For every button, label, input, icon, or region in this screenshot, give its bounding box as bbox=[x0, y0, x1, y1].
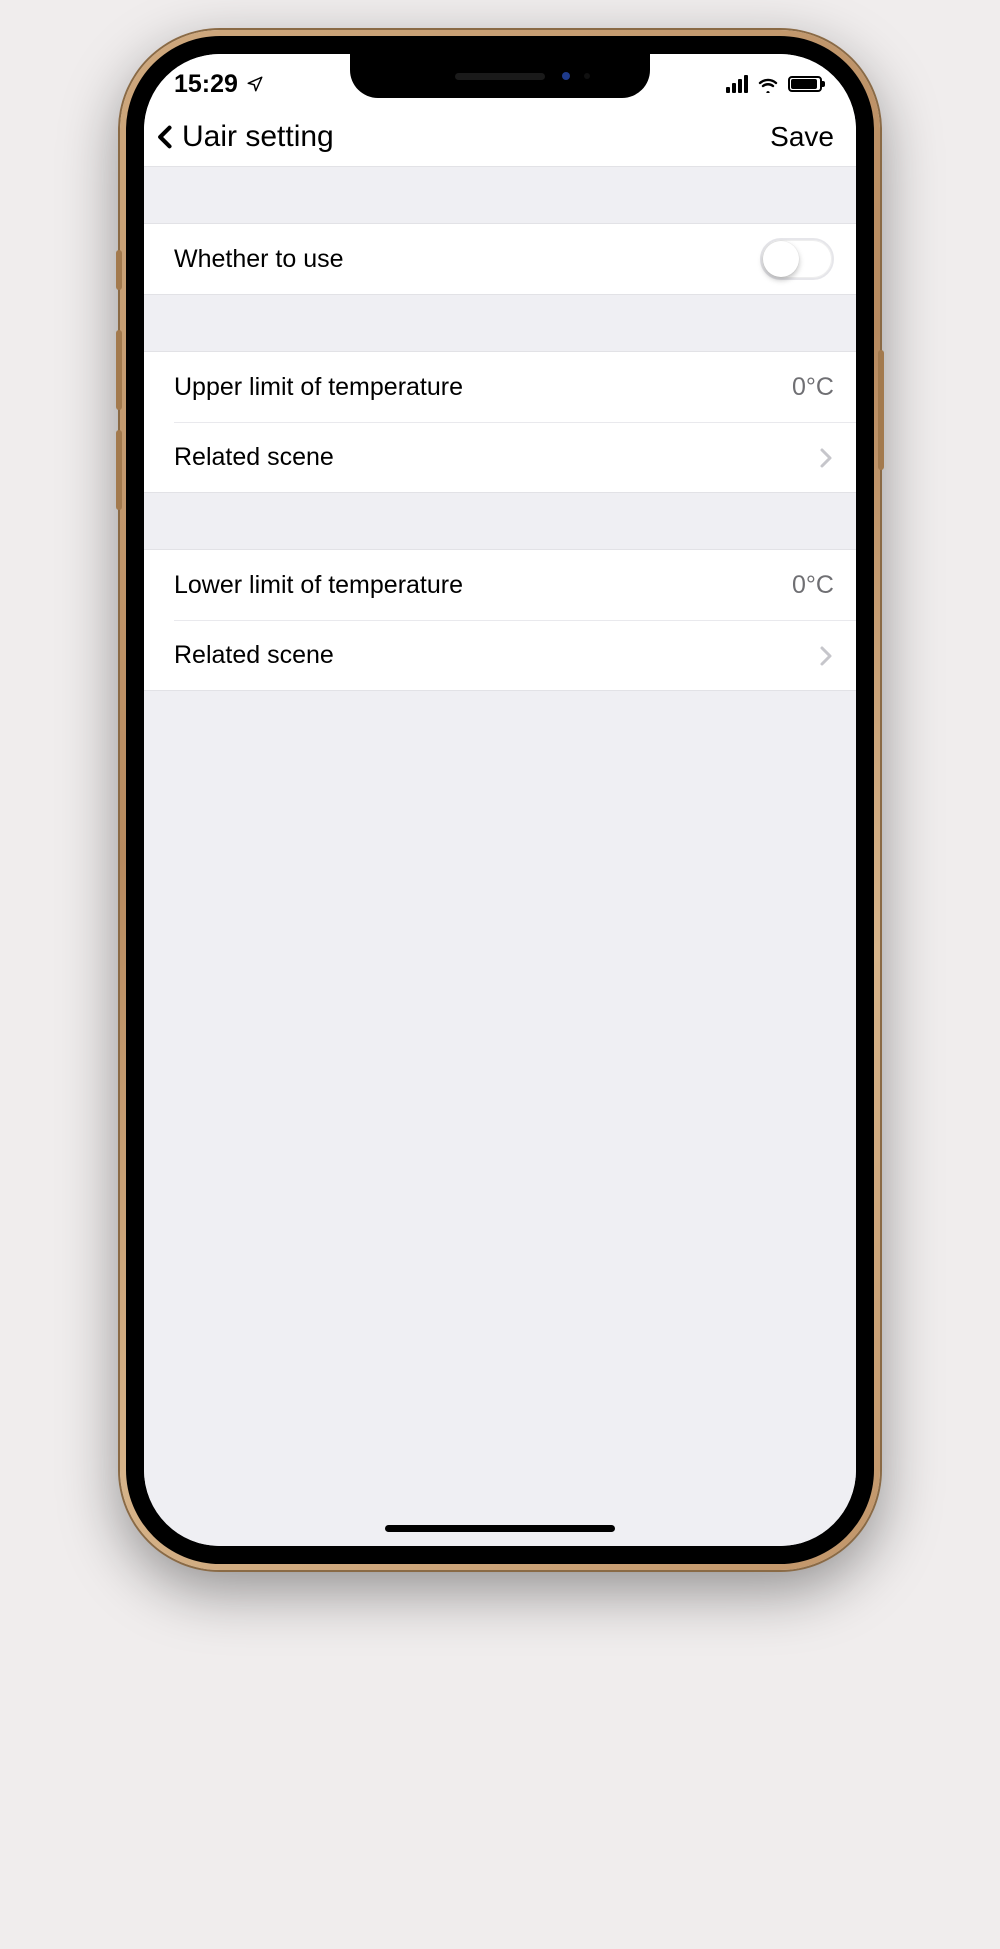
phone-frame: 15:29 bbox=[120, 30, 880, 1570]
group-upper: Upper limit of temperature 0°C Related s… bbox=[144, 351, 856, 493]
chevron-right-icon bbox=[818, 644, 834, 668]
row-upper-limit[interactable]: Upper limit of temperature 0°C bbox=[144, 352, 856, 422]
row-accessory bbox=[818, 644, 834, 668]
row-label: Whether to use bbox=[174, 245, 344, 274]
back-button[interactable]: Uair setting bbox=[152, 120, 334, 154]
nav-header: Uair setting Save bbox=[144, 114, 856, 167]
speaker-grill bbox=[455, 73, 545, 80]
toggle-knob bbox=[763, 241, 799, 277]
page-title: Uair setting bbox=[182, 120, 334, 154]
row-lower-limit[interactable]: Lower limit of temperature 0°C bbox=[144, 550, 856, 620]
cellular-icon bbox=[726, 75, 748, 93]
section-spacer bbox=[144, 493, 856, 549]
status-right bbox=[726, 75, 822, 93]
wifi-icon bbox=[756, 75, 780, 93]
screen: 15:29 bbox=[144, 54, 856, 1546]
row-upper-related-scene[interactable]: Related scene bbox=[174, 422, 856, 492]
camera-dot bbox=[562, 72, 570, 80]
section-spacer bbox=[144, 295, 856, 351]
group-whether: Whether to use bbox=[144, 223, 856, 295]
row-lower-related-scene[interactable]: Related scene bbox=[174, 620, 856, 690]
row-label: Upper limit of temperature bbox=[174, 373, 463, 402]
volume-up bbox=[116, 330, 122, 410]
group-lower: Lower limit of temperature 0°C Related s… bbox=[144, 549, 856, 691]
home-indicator[interactable] bbox=[385, 1525, 615, 1532]
section-spacer bbox=[144, 167, 856, 223]
battery-icon bbox=[788, 76, 822, 92]
chevron-left-icon bbox=[152, 123, 180, 151]
row-label: Related scene bbox=[174, 641, 334, 670]
location-icon bbox=[246, 75, 264, 93]
row-whether-to-use[interactable]: Whether to use bbox=[144, 224, 856, 294]
phone-bezel: 15:29 bbox=[126, 36, 874, 1564]
content: Whether to use Upper limit of temperatur… bbox=[144, 167, 856, 1546]
status-left: 15:29 bbox=[174, 70, 264, 99]
row-value: 0°C bbox=[792, 373, 834, 402]
row-label: Lower limit of temperature bbox=[174, 571, 463, 600]
chevron-right-icon bbox=[818, 446, 834, 470]
save-button[interactable]: Save bbox=[770, 121, 834, 153]
row-label: Related scene bbox=[174, 443, 334, 472]
sensor-dot bbox=[584, 73, 590, 79]
row-accessory bbox=[818, 446, 834, 470]
mute-switch bbox=[116, 250, 122, 290]
status-time: 15:29 bbox=[174, 70, 238, 99]
volume-down bbox=[116, 430, 122, 510]
power-button bbox=[878, 350, 884, 470]
row-value: 0°C bbox=[792, 571, 834, 600]
notch bbox=[350, 54, 650, 98]
whether-toggle[interactable] bbox=[760, 238, 834, 280]
